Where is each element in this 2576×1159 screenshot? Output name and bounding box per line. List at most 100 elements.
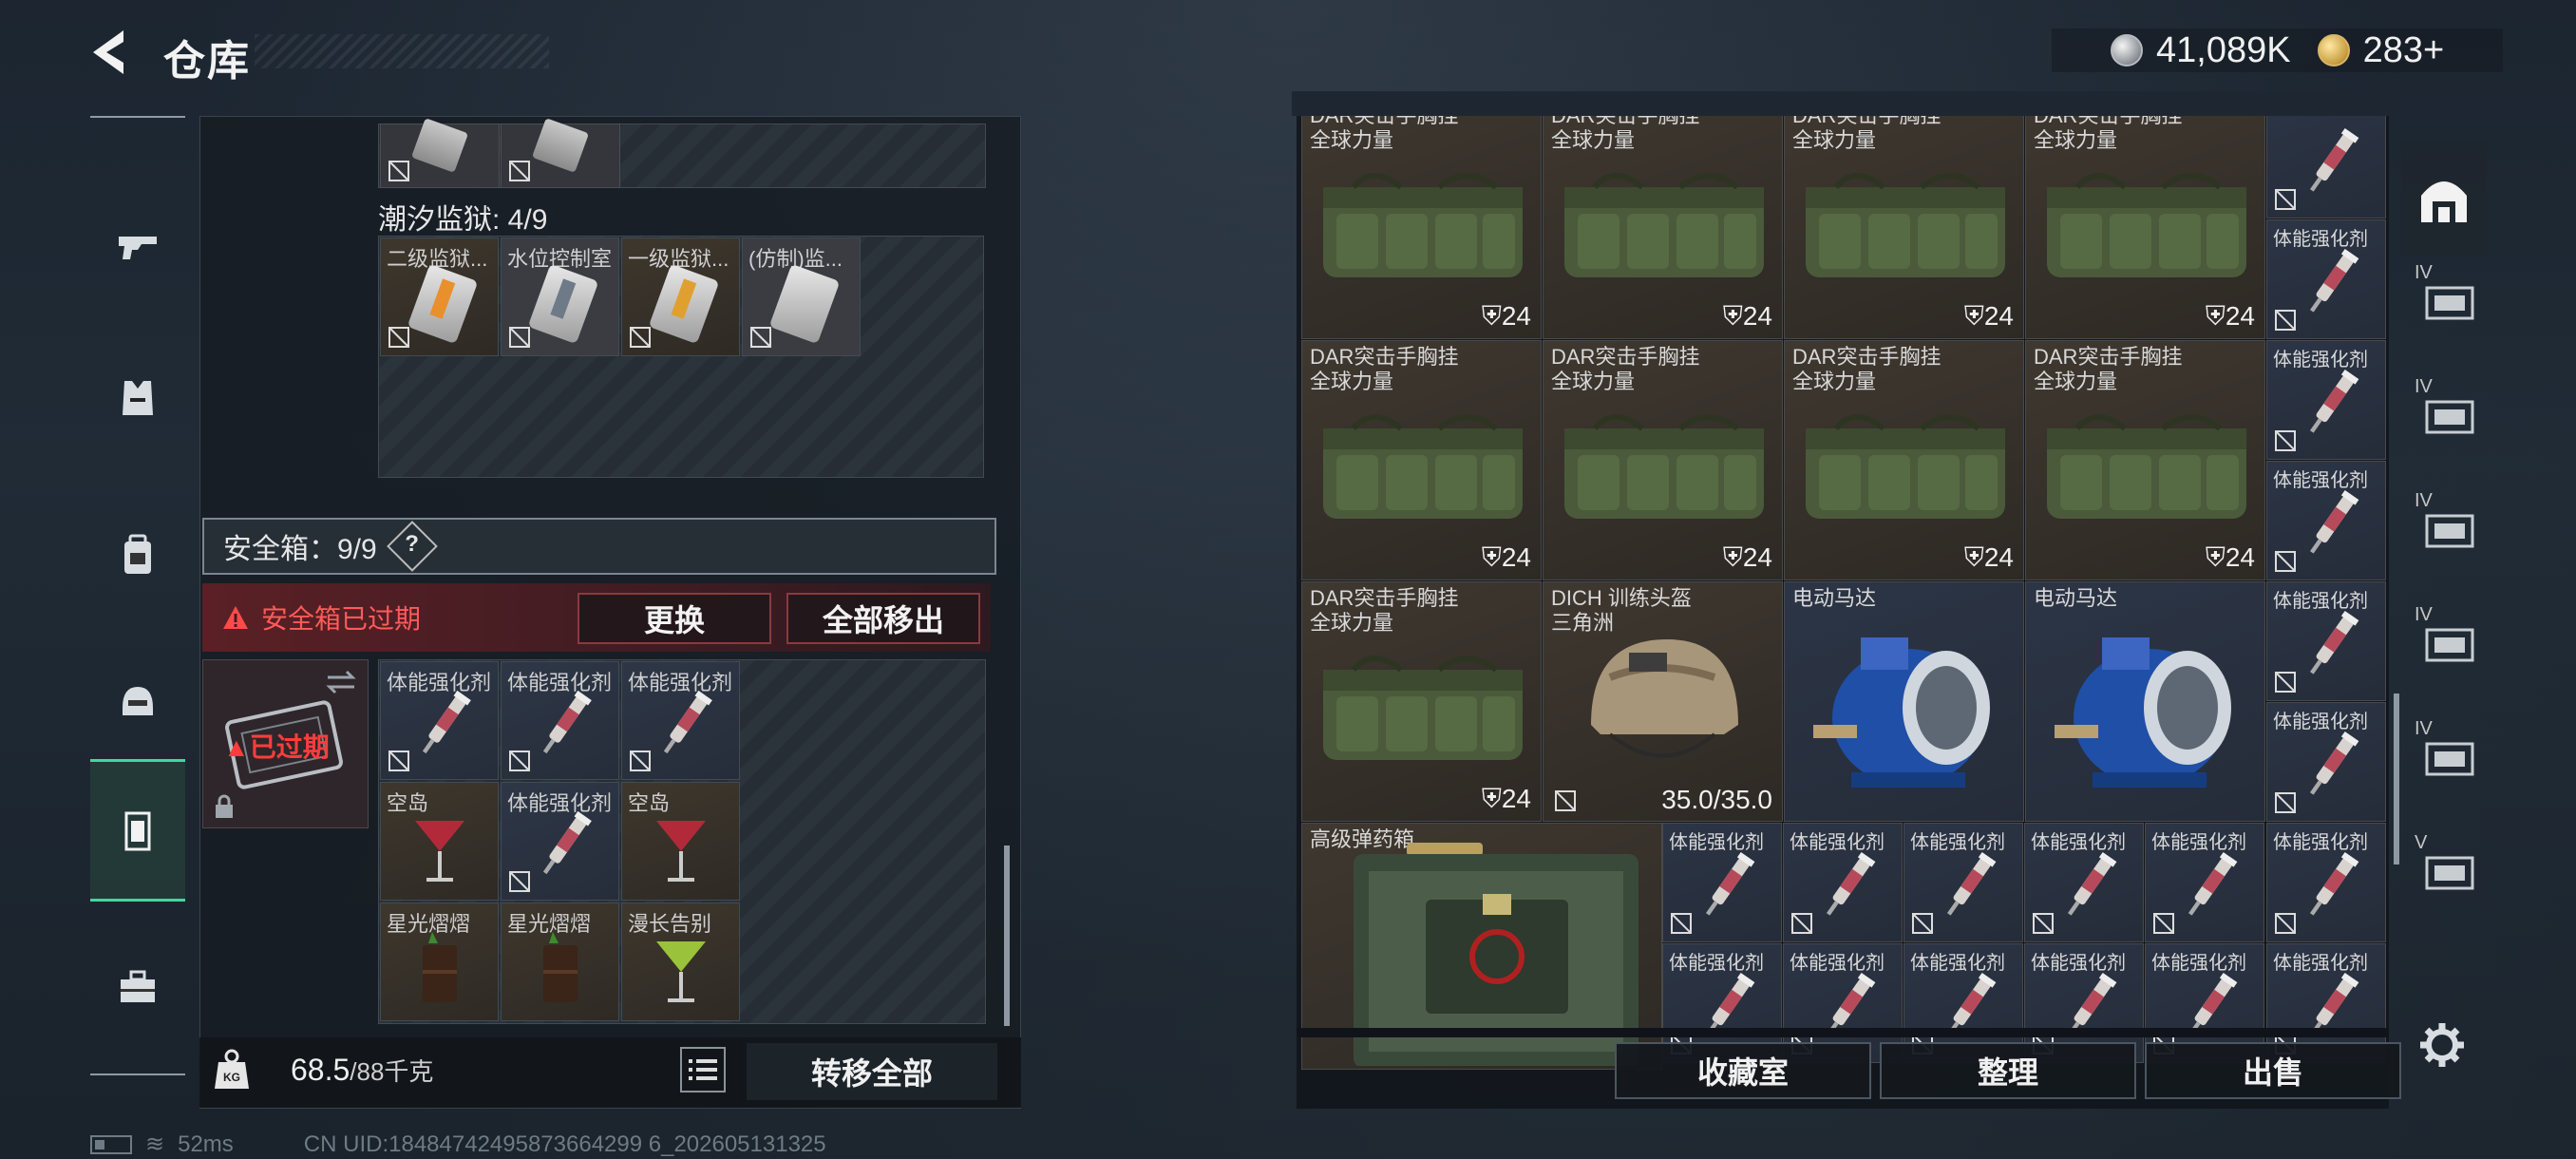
- no-bind-icon: [2275, 672, 2296, 693]
- chest-rig-item[interactable]: DAR突击手胸挂全球力量⛨24: [1784, 116, 2024, 339]
- no-bind-icon: [630, 327, 651, 348]
- tab-stash-iv-folder[interactable]: IV: [2401, 694, 2487, 808]
- key-item-partial[interactable]: [501, 118, 620, 188]
- no-bind-icon: [2275, 310, 2296, 331]
- settings-gear-icon[interactable]: [2418, 1021, 2466, 1069]
- injector-image: [2067, 851, 2116, 916]
- chest-rig-image: [1564, 173, 1764, 277]
- injector-item[interactable]: 体能强化剂: [2266, 219, 2386, 339]
- replace-button[interactable]: 更换: [578, 593, 771, 644]
- helmet-item[interactable]: DICH 训练头盔 三角洲 35.0/35.0: [1543, 581, 1783, 822]
- durability-count: 35.0/35.0: [1661, 785, 1772, 814]
- nav-weapon[interactable]: [90, 175, 185, 317]
- safebox-item[interactable]: 星光熠熠: [501, 902, 619, 1021]
- left-scrollbar[interactable]: [1004, 846, 1010, 1026]
- armor-icon: ⛨: [1481, 301, 1502, 331]
- safebox-item[interactable]: 星光熠熠: [380, 902, 499, 1021]
- collection-room-button[interactable]: 收藏室: [1615, 1042, 1871, 1099]
- injector-item[interactable]: 体能强化剂: [2266, 461, 2386, 580]
- tab-stash-iv-1[interactable]: IV: [2401, 238, 2487, 352]
- injector-item[interactable]: 体能强化剂: [1904, 823, 2023, 942]
- durability-value: 24: [1742, 542, 1772, 572]
- item-subtitle: 全球力量: [1792, 370, 1877, 393]
- nav-safebox[interactable]: [90, 759, 185, 902]
- tab-stash-iv-add[interactable]: IV: [2401, 580, 2487, 694]
- chest-rig-item[interactable]: DAR突击手胸挂全球力量⛨24: [1543, 340, 1783, 580]
- item-subtitle: 全球力量: [1551, 370, 1636, 393]
- injector-item[interactable]: 体能强化剂: [1662, 823, 1782, 942]
- sort-button[interactable]: 整理: [1880, 1042, 2136, 1099]
- drink-image: [423, 932, 457, 1002]
- injector-item[interactable]: 体能强化剂: [1783, 823, 1903, 942]
- no-bind-icon: [388, 750, 409, 771]
- durability-value: 24: [1983, 542, 2014, 572]
- injector-item[interactable]: 体能强化剂: [2266, 823, 2386, 942]
- nav-toolbox[interactable]: [90, 916, 185, 1058]
- item-name: DAR突击手胸挂: [1310, 345, 1459, 369]
- key-item[interactable]: 二级监狱...: [380, 238, 499, 356]
- safebox-item[interactable]: 空岛: [621, 782, 740, 901]
- list-view-button[interactable]: [680, 1047, 726, 1092]
- key-item-partial[interactable]: [380, 118, 500, 188]
- tab-stash-v[interactable]: V: [2401, 808, 2487, 922]
- no-bind-icon: [509, 750, 530, 771]
- safebox-item[interactable]: 体能强化剂: [501, 661, 619, 780]
- injector-item[interactable]: 体能强化剂: [2266, 702, 2386, 822]
- safebox-item[interactable]: 体能强化剂: [501, 782, 619, 901]
- help-button[interactable]: ?: [386, 521, 438, 572]
- injector-item[interactable]: 体能强化剂: [2266, 340, 2386, 460]
- no-bind-icon: [2275, 430, 2296, 451]
- tab-tier-label: V: [2415, 832, 2428, 853]
- move-all-out-button[interactable]: 全部移出: [786, 593, 980, 644]
- sell-button[interactable]: 出售: [2145, 1042, 2401, 1099]
- chest-rig-item[interactable]: DAR突击手胸挂全球力量⛨24: [1301, 116, 1542, 339]
- help-icon: ?: [404, 531, 419, 558]
- stash-expansion-icon: [2425, 628, 2474, 662]
- injector-item[interactable]: 体能强化剂: [2145, 823, 2264, 942]
- weight-readout: 68.5/88千克: [291, 1053, 433, 1088]
- electric-motor-item[interactable]: 电动马达: [2025, 581, 2265, 822]
- safebox-item[interactable]: 体能强化剂: [621, 661, 740, 780]
- no-bind-icon: [388, 161, 409, 181]
- nav-helmet[interactable]: [90, 631, 185, 773]
- durability-count: ⛨24: [1723, 301, 1772, 332]
- safebox-item[interactable]: 空岛: [380, 782, 499, 901]
- safebox-item[interactable]: 漫长告别: [621, 902, 740, 1021]
- currency-display[interactable]: 41,089K 283+: [2052, 28, 2503, 72]
- injector-item[interactable]: [2266, 116, 2386, 218]
- safebox-item[interactable]: 体能强化剂: [380, 661, 499, 780]
- tab-stash-iv-3[interactable]: IV: [2401, 466, 2487, 580]
- item-subtitle: 全球力量: [1310, 611, 1394, 635]
- safebox-capacity-bar: 安全箱：9/9 ?: [202, 518, 996, 575]
- nav-backpack[interactable]: [90, 484, 185, 626]
- no-bind-icon: [1555, 790, 1576, 811]
- tab-stash-iv-2[interactable]: IV: [2401, 352, 2487, 466]
- chest-rig-item[interactable]: DAR突击手胸挂全球力量⛨24: [1301, 581, 1542, 822]
- injector-item[interactable]: 体能强化剂: [2266, 581, 2386, 701]
- back-arrow-icon[interactable]: [85, 27, 133, 78]
- helmet-icon: [123, 687, 153, 715]
- no-bind-icon: [2275, 792, 2296, 813]
- no-bind-icon: [750, 327, 771, 348]
- injector-item[interactable]: 体能强化剂: [2024, 823, 2144, 942]
- chest-rig-item[interactable]: DAR突击手胸挂全球力量⛨24: [1543, 116, 1783, 339]
- injector-image: [2309, 369, 2358, 433]
- no-bind-icon: [509, 327, 530, 348]
- right-scrollbar[interactable]: [2394, 694, 2399, 864]
- key-item[interactable]: 一级监狱...: [621, 238, 740, 356]
- durability-count: ⛨24: [1482, 542, 1531, 574]
- chest-rig-item[interactable]: DAR突击手胸挂全球力量⛨24: [2025, 340, 2265, 580]
- item-subtitle: 全球力量: [1792, 128, 1877, 152]
- chest-rig-item[interactable]: DAR突击手胸挂全球力量⛨24: [1784, 340, 2024, 580]
- chest-rig-item[interactable]: DAR突击手胸挂全球力量⛨24: [1301, 340, 1542, 580]
- chest-rig-item[interactable]: DAR突击手胸挂全球力量⛨24: [2025, 116, 2265, 339]
- electric-motor-item[interactable]: 电动马达: [1784, 581, 2024, 822]
- durability-count: ⛨24: [2206, 542, 2255, 574]
- cocktail-image: [656, 821, 706, 882]
- nav-armor[interactable]: [90, 327, 185, 469]
- injector-image: [2309, 610, 2358, 674]
- transfer-all-button[interactable]: 转移全部: [747, 1043, 997, 1100]
- key-item[interactable]: 水位控制室: [501, 238, 619, 356]
- key-item[interactable]: (仿制)监...: [742, 238, 861, 356]
- toolbox-icon: [121, 970, 155, 1002]
